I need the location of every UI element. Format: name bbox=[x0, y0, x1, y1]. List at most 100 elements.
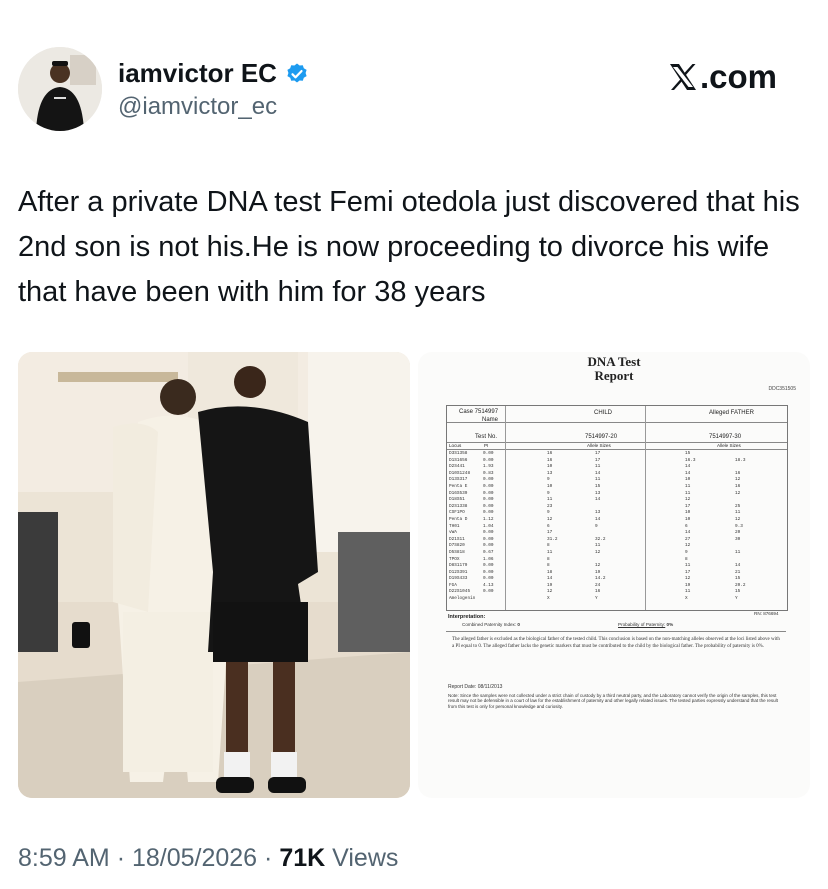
report-cell: 0.00 bbox=[483, 451, 494, 456]
probability-label: Probability of Paternity: bbox=[618, 622, 666, 627]
report-cell: 11 bbox=[685, 483, 691, 489]
report-cell: 16 bbox=[595, 589, 601, 595]
report-cell: 17 bbox=[595, 457, 601, 463]
report-cell: 0.00 bbox=[483, 483, 494, 489]
report-cell: D16S539 bbox=[449, 490, 468, 496]
report-date: Report Date: 08/11/2013 bbox=[448, 684, 503, 690]
report-cell: 6 bbox=[685, 523, 688, 529]
author-name-row[interactable]: iamvictor EC bbox=[118, 58, 309, 89]
test-no-label: Test No. bbox=[475, 434, 498, 440]
report-cell bbox=[735, 557, 746, 564]
dna-report-image[interactable]: DNA Test Report DDC351505 Case 7514997 N… bbox=[418, 352, 810, 798]
report-cell: 0.00 bbox=[483, 530, 494, 536]
report-cell: 11 bbox=[735, 510, 741, 516]
report-cell: 1.12 bbox=[483, 516, 494, 522]
child-allele2-column: 17 17 11 14 11 15 13 14 13 14 9 32.2 11 12 12 19 14.2 24 1… bbox=[595, 451, 606, 603]
report-cell: 32.2 bbox=[595, 536, 606, 542]
brand-mark[interactable]: .com bbox=[668, 58, 777, 96]
report-cell: 0.00 bbox=[483, 536, 494, 542]
report-cell: 12 bbox=[547, 516, 553, 522]
signature-code: RN: 876694 bbox=[754, 611, 779, 616]
report-cell: Penta E bbox=[449, 483, 468, 489]
tweet-time[interactable]: 8:59 AM bbox=[18, 844, 110, 872]
report-cell: 17 bbox=[547, 530, 553, 536]
loci-column: D3S1358 D1S1656 D2S441 D10S1248 D13S317 Penta… bbox=[449, 451, 475, 603]
report-cell: 10 bbox=[685, 477, 691, 483]
report-cell: 10 bbox=[685, 516, 691, 522]
meta-separator: · bbox=[116, 844, 126, 872]
report-cell: 12 bbox=[685, 497, 691, 503]
report-cell: 15 bbox=[735, 576, 741, 582]
child-test-no: 7514997-20 bbox=[585, 434, 618, 440]
report-cell bbox=[595, 504, 606, 511]
report-cell: 12 bbox=[685, 576, 691, 582]
report-cell: 8 bbox=[547, 556, 550, 562]
report-cell: 19 bbox=[547, 582, 553, 588]
report-cell: 14 bbox=[685, 470, 691, 476]
report-cell: 9 bbox=[685, 549, 688, 555]
pi-column: 0.00 0.00 1.93 0.83 0.00 0.00 0.00 0.00 0.00 0.00… bbox=[483, 451, 494, 603]
report-cell: 8 bbox=[685, 556, 688, 562]
meta-separator-2: · bbox=[264, 844, 273, 872]
report-cell: D21S11 bbox=[449, 536, 465, 542]
report-cell: 11 bbox=[595, 543, 601, 549]
report-cell: 14 bbox=[735, 563, 741, 569]
report-cell: X bbox=[547, 596, 550, 602]
father-header: Alleged FATHER bbox=[709, 410, 754, 416]
report-title-line2: Report bbox=[594, 368, 634, 383]
report-cell: 14 bbox=[595, 516, 601, 522]
report-cell: TH01 bbox=[449, 523, 460, 529]
report-cell: 19 bbox=[595, 569, 601, 575]
report-cell: 12 bbox=[735, 490, 741, 496]
report-cell: 14 bbox=[595, 470, 601, 476]
report-cell: 10 bbox=[547, 464, 553, 470]
report-cell: 24 bbox=[595, 582, 601, 588]
tweet-text: After a private DNA test Femi otedola ju… bbox=[18, 186, 800, 308]
report-note: Note: Since the samples were not collect… bbox=[448, 693, 778, 709]
report-cell: 1.93 bbox=[483, 464, 494, 470]
report-cell: FGA bbox=[449, 582, 457, 588]
report-cell: 12 bbox=[595, 563, 601, 569]
report-cell: 12 bbox=[547, 589, 553, 595]
report-cell: 25 bbox=[735, 503, 741, 509]
report-cell: 9 bbox=[547, 477, 550, 483]
report-cell: 15 bbox=[595, 483, 601, 489]
report-cell: 11 bbox=[685, 563, 691, 569]
report-cell bbox=[735, 451, 746, 458]
report-cell: 0.00 bbox=[483, 563, 494, 569]
report-cell: D2S441 bbox=[449, 464, 465, 470]
interpretation-label: Interpretation: bbox=[448, 614, 486, 620]
report-cell: 14 bbox=[685, 530, 691, 536]
cpi-row: Combined Paternity Index: 0 bbox=[462, 622, 520, 627]
report-cell: 13 bbox=[595, 510, 601, 516]
cpi-value: 0 bbox=[517, 622, 520, 627]
author-avatar[interactable] bbox=[18, 47, 102, 131]
report-cell: 1.04 bbox=[483, 523, 494, 529]
father-allele2-column: 18.3 16 12 16 12 25 11 12 9.3 20 30 11 14 21 15 20.2 15 Y bbox=[735, 451, 746, 603]
report-cell: 30 bbox=[735, 536, 741, 542]
report-cell: 8 bbox=[547, 563, 550, 569]
report-cell: TPOX bbox=[449, 556, 460, 562]
tweet-date[interactable]: 18/05/2026 bbox=[132, 844, 257, 872]
views-label: Views bbox=[332, 844, 399, 872]
report-cell bbox=[735, 464, 746, 471]
father-test-no: 7514997-30 bbox=[709, 434, 742, 440]
report-cell: X bbox=[685, 596, 688, 602]
report-cell: 11 bbox=[595, 464, 601, 470]
report-cell: 9 bbox=[595, 523, 598, 529]
report-cell: 0.00 bbox=[483, 576, 494, 582]
verified-badge-icon bbox=[287, 63, 307, 82]
report-cell: 11 bbox=[547, 497, 553, 503]
report-cell: 17 bbox=[685, 569, 691, 575]
report-cell: 0.00 bbox=[483, 543, 494, 549]
report-cell: D13S317 bbox=[449, 477, 468, 483]
report-cell: 0.00 bbox=[483, 569, 494, 575]
report-cell: 11 bbox=[547, 549, 553, 555]
report-doc-number: DDC351505 bbox=[768, 386, 796, 392]
report-cell: 17 bbox=[595, 451, 601, 456]
report-cell: 18.3 bbox=[735, 457, 746, 463]
author-handle[interactable]: @iamvictor_ec bbox=[118, 93, 277, 121]
tweet-photo[interactable] bbox=[18, 352, 410, 798]
author-display-name[interactable]: iamvictor EC bbox=[118, 58, 277, 89]
report-cell: 11 bbox=[735, 549, 741, 555]
